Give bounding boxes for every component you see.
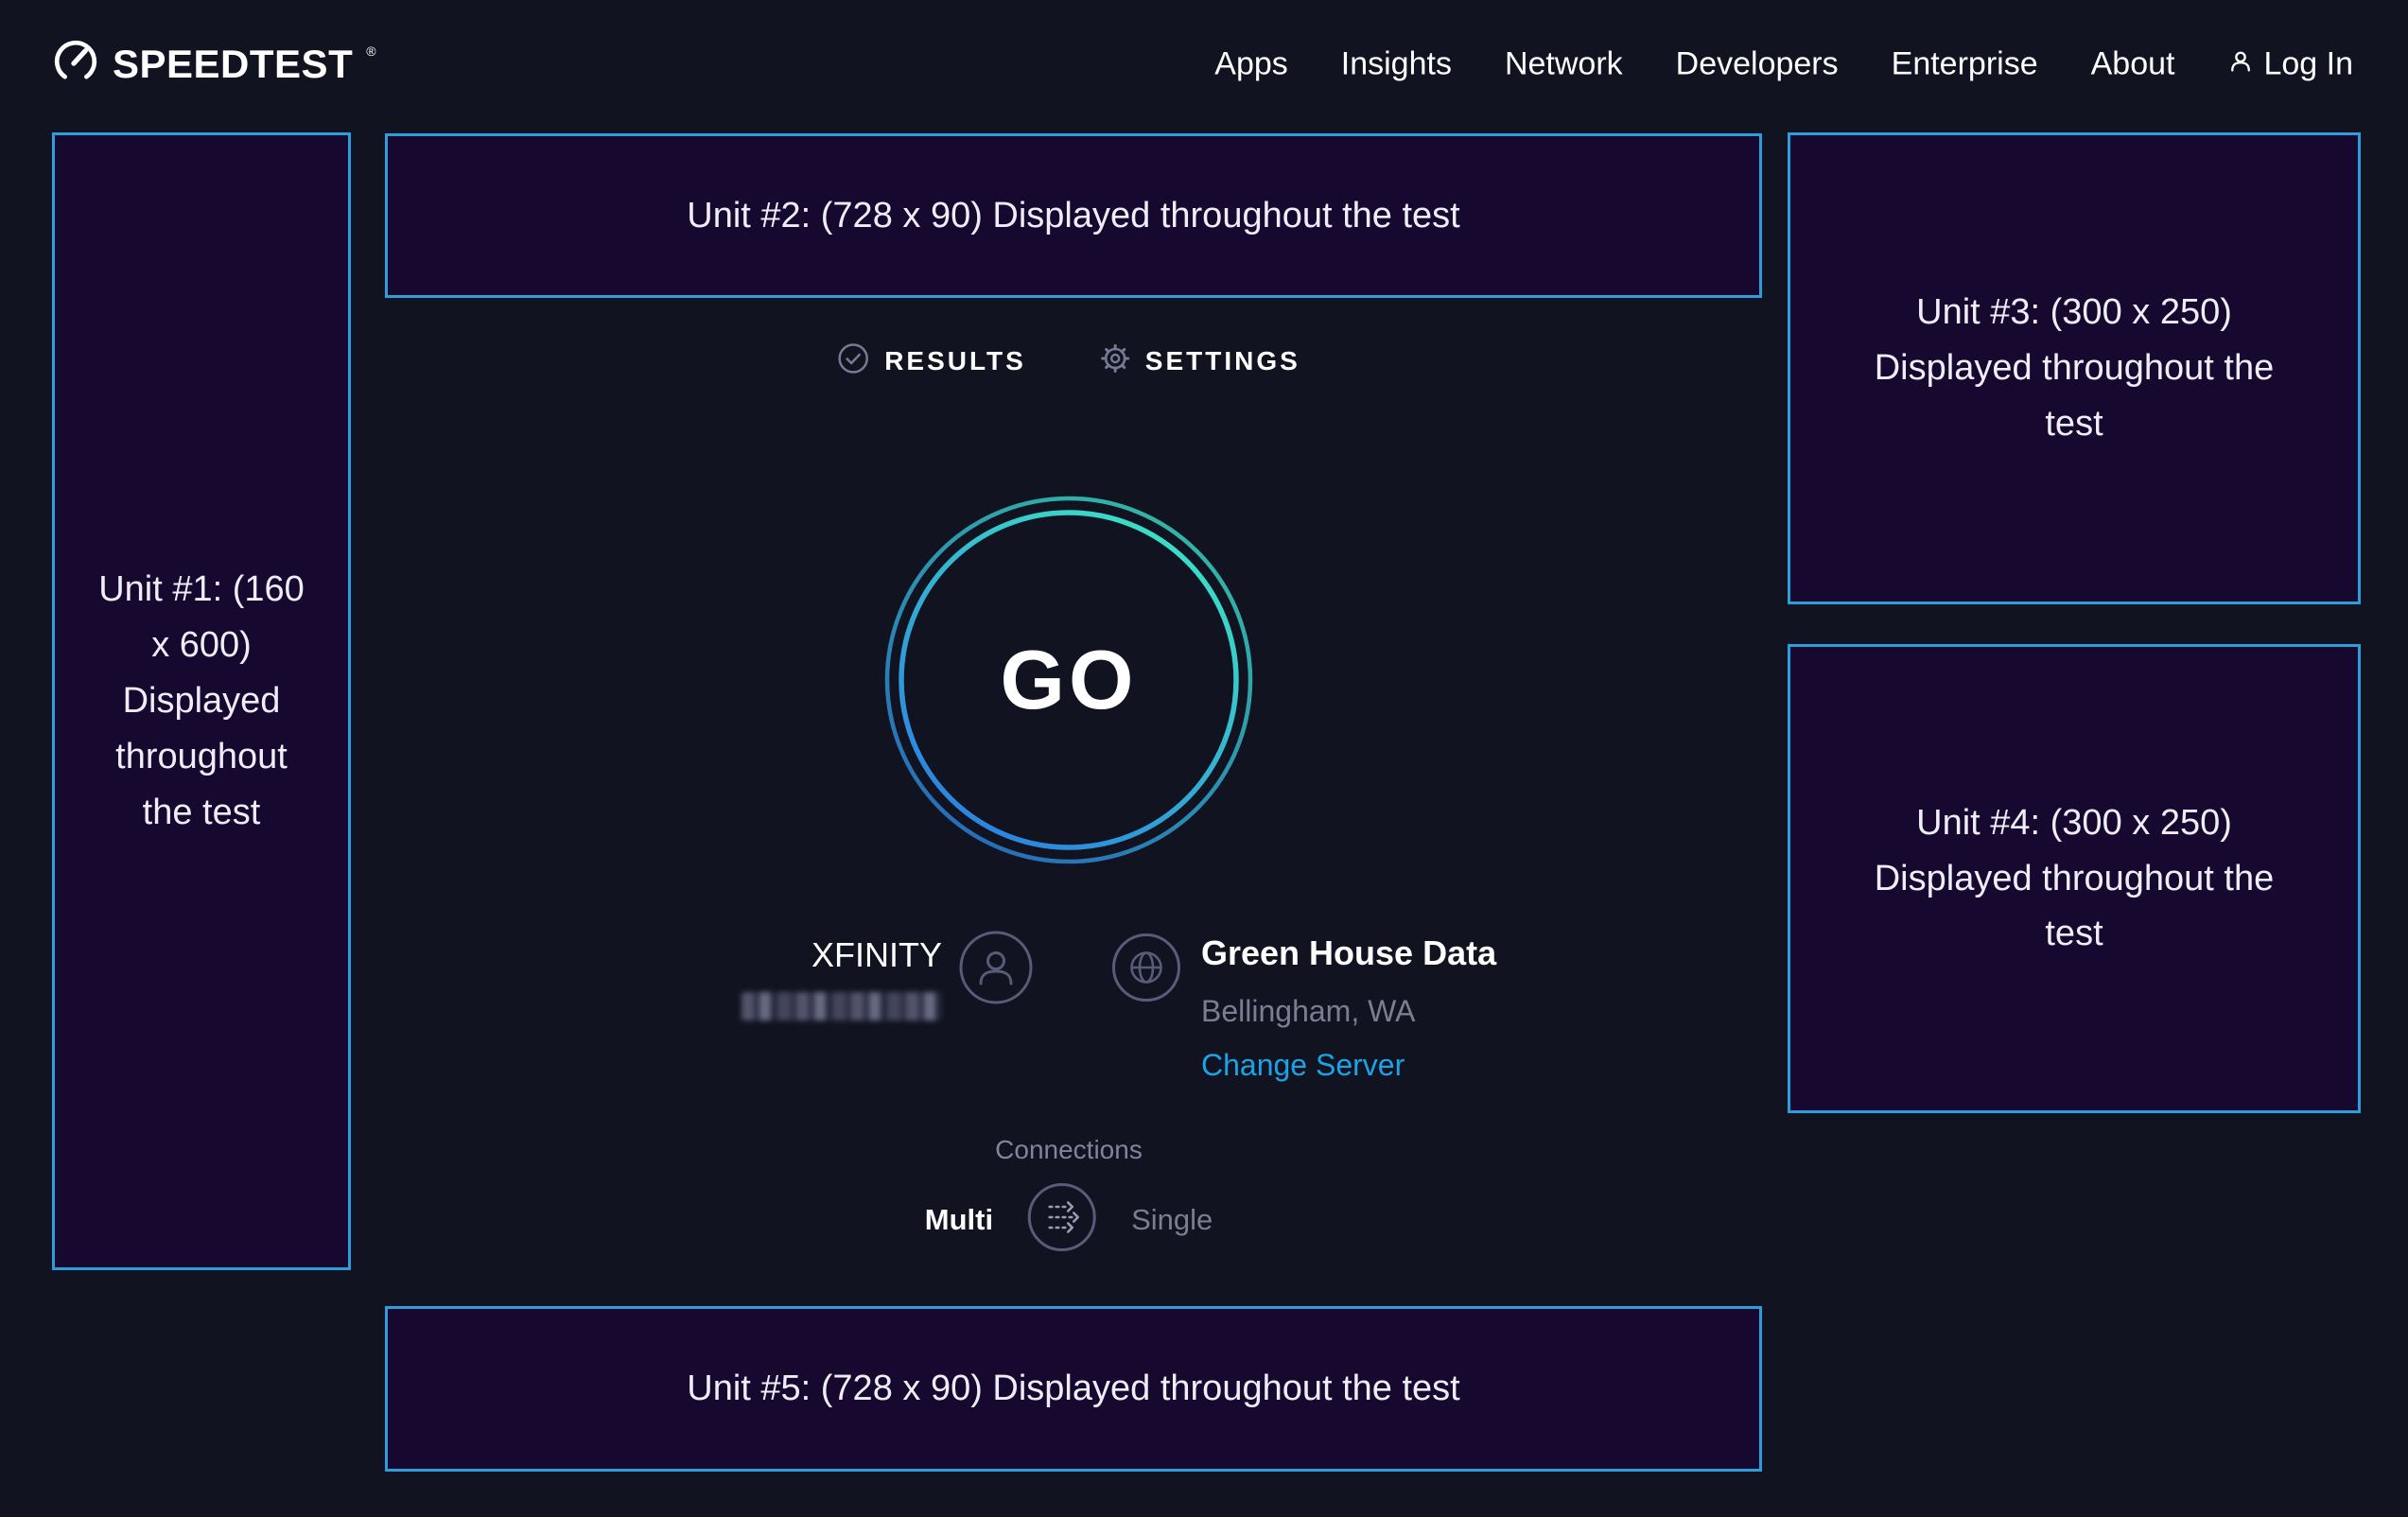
ad-unit-3-text: Unit #3: (300 x 250) Displayed throughou… [1866, 285, 2282, 452]
ad-unit-2[interactable]: Unit #2: (728 x 90) Displayed throughout… [385, 133, 1762, 298]
login-button[interactable]: Log In [2227, 46, 2353, 83]
server-block: Green House Data Bellingham, WA Change S… [1201, 933, 1496, 1083]
nav-item-apps[interactable]: Apps [1214, 46, 1288, 83]
go-label: GO [883, 495, 1254, 865]
change-server-link[interactable]: Change Server [1201, 1048, 1496, 1083]
view-tabs: RESULTS SETTINGS [837, 342, 1300, 379]
logo-wordmark: SPEEDTEST [113, 42, 353, 87]
connections-multi-label[interactable]: Multi [925, 1203, 993, 1237]
isp-detail-blurred [742, 992, 942, 1020]
ad-unit-5-text: Unit #5: (728 x 90) Displayed throughout… [687, 1361, 1459, 1417]
tab-settings-label: SETTINGS [1145, 346, 1300, 376]
nav-item-network[interactable]: Network [1505, 46, 1623, 83]
nav-item-enterprise[interactable]: Enterprise [1892, 46, 2038, 83]
server-name: Green House Data [1201, 933, 1496, 973]
go-button[interactable]: GO [883, 495, 1254, 865]
ad-unit-3[interactable]: Unit #3: (300 x 250) Displayed throughou… [1788, 132, 2361, 604]
ad-unit-5[interactable]: Unit #5: (728 x 90) Displayed throughout… [385, 1306, 1762, 1472]
tab-settings[interactable]: SETTINGS [1100, 343, 1300, 378]
ad-unit-4[interactable]: Unit #4: (300 x 250) Displayed throughou… [1788, 644, 2361, 1113]
connections-title: Connections [995, 1135, 1143, 1165]
gear-icon [1100, 343, 1130, 378]
speedometer-gauge-icon [52, 38, 99, 90]
speedtest-logo[interactable]: SPEEDTEST ® [52, 38, 376, 90]
user-icon [2227, 46, 2254, 83]
nav-item-insights[interactable]: Insights [1341, 46, 1452, 83]
ad-unit-1[interactable]: Unit #1: (160 x 600) Displayed throughou… [52, 132, 351, 1270]
ad-unit-1-text: Unit #1: (160 x 600) Displayed throughou… [86, 562, 318, 840]
connections-toggle: Multi Single [925, 1182, 1213, 1257]
globe-circle-icon [1110, 932, 1182, 1008]
ad-unit-4-text: Unit #4: (300 x 250) Displayed throughou… [1866, 795, 2282, 963]
tab-results[interactable]: RESULTS [837, 342, 1026, 379]
server-location: Bellingham, WA [1201, 994, 1496, 1029]
top-nav: Apps Insights Network Developers Enterpr… [1214, 46, 2353, 83]
tab-results-label: RESULTS [884, 346, 1026, 376]
ad-unit-2-text: Unit #2: (728 x 90) Displayed throughout… [687, 188, 1459, 244]
isp-name[interactable]: XFINITY [742, 935, 942, 975]
nav-item-developers[interactable]: Developers [1676, 46, 1839, 83]
nav-item-about[interactable]: About [2091, 46, 2175, 83]
multi-arrows-circle-icon[interactable] [1027, 1182, 1097, 1257]
speedtest-page: SPEEDTEST ® Apps Insights Network Develo… [0, 0, 2408, 1517]
user-circle-icon [958, 930, 1034, 1010]
connections-single-label[interactable]: Single [1131, 1203, 1213, 1237]
logo-trademark: ® [366, 44, 375, 59]
login-label: Log In [2263, 46, 2353, 83]
connection-info: XFINITY Green House Data Bellingham, WA … [742, 933, 1536, 1085]
check-circle-icon [837, 342, 869, 379]
